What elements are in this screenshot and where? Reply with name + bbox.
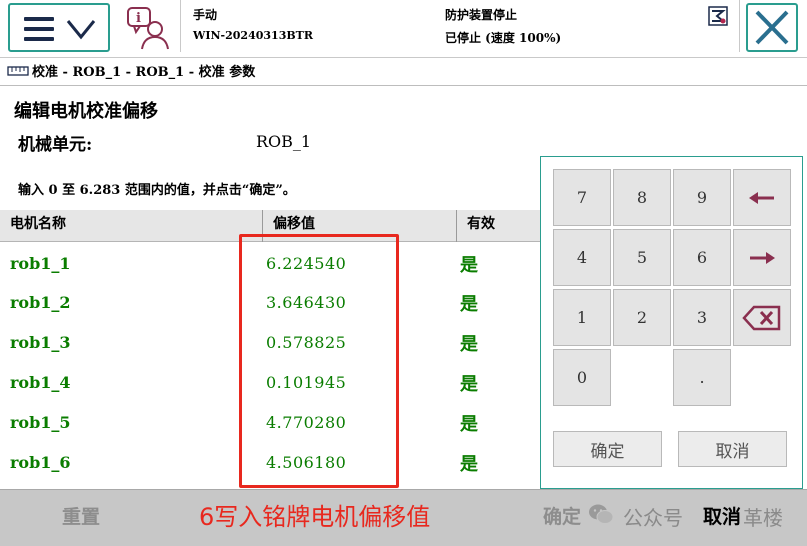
close-icon	[755, 10, 789, 45]
guard-status: 防护装置停止	[445, 8, 518, 22]
task-status-icon	[708, 6, 728, 26]
hamburger-icon	[24, 17, 54, 41]
mech-unit-value: ROB_1	[256, 132, 312, 151]
breadcrumb: 校准 - ROB_1 - ROB_1 - 校准 参数	[0, 58, 807, 86]
ok-button[interactable]: 确定	[543, 502, 581, 529]
breadcrumb-text: 校准 - ROB_1 - ROB_1 - 校准 参数	[32, 65, 256, 80]
arrow-left-icon	[749, 191, 774, 204]
annotation-text: 6写入铭牌电机偏移值	[199, 503, 431, 531]
key-3[interactable]: 3	[673, 289, 731, 346]
watermark-text: 公众号	[623, 506, 683, 530]
column-motor-name[interactable]: 电机名称	[0, 210, 262, 242]
close-button[interactable]	[746, 3, 798, 52]
keypad-ok-button[interactable]: 确定	[553, 431, 662, 467]
key-4[interactable]: 4	[553, 229, 611, 286]
event-log-icon[interactable]: i	[124, 5, 172, 53]
backspace-button[interactable]	[733, 289, 791, 346]
motor-name: rob1_2	[10, 293, 71, 312]
backspace-icon	[742, 305, 781, 330]
page-title: 编辑电机校准偏移	[14, 101, 158, 122]
valid-flag: 是	[460, 255, 478, 276]
column-valid[interactable]: 有效	[456, 210, 540, 242]
key-0[interactable]: 0	[553, 349, 611, 406]
main-menu-button[interactable]	[8, 3, 110, 52]
status-panel[interactable]: 手动 WIN-20240313BTR 防护装置停止 已停止 (速度 100%)	[180, 0, 740, 52]
valid-flag: 是	[460, 294, 478, 315]
motor-name: rob1_3	[10, 333, 71, 352]
reset-button[interactable]: 重置	[62, 502, 100, 529]
run-state: 已停止 (速度 100%)	[445, 31, 562, 45]
key-1[interactable]: 1	[553, 289, 611, 346]
valid-flag: 是	[460, 374, 478, 395]
key-2[interactable]: 2	[613, 289, 671, 346]
valid-flag: 是	[460, 334, 478, 355]
cursor-right-button[interactable]	[733, 229, 791, 286]
watermark-suffix: 革楼	[743, 506, 783, 530]
numeric-keypad: 7 8 9 4 5 6 1 2 3 0 . 确定 取消	[540, 156, 803, 489]
key-decimal[interactable]: .	[673, 349, 731, 406]
operating-mode: 手动	[193, 8, 218, 22]
valid-flag: 是	[460, 414, 478, 435]
top-bar: i 手动 WIN-20240313BTR 防护装置停止 已停止 (速度 100%…	[0, 0, 807, 58]
valid-flag: 是	[460, 454, 478, 475]
motor-name: rob1_1	[10, 254, 71, 273]
key-5[interactable]: 5	[613, 229, 671, 286]
calibration-icon	[7, 66, 29, 76]
arrow-right-icon	[750, 251, 775, 264]
cursor-left-button[interactable]	[733, 169, 791, 226]
key-8[interactable]: 8	[613, 169, 671, 226]
annotation-highlight-box	[239, 234, 399, 488]
motor-name: rob1_5	[10, 413, 71, 432]
motor-name: rob1_4	[10, 373, 71, 392]
controller-name: WIN-20240313BTR	[193, 29, 313, 42]
svg-text:i: i	[136, 11, 141, 26]
mech-unit-label: 机械单元:	[18, 135, 93, 155]
keypad-cancel-button[interactable]: 取消	[678, 431, 787, 467]
chevron-down-icon	[66, 20, 96, 40]
key-9[interactable]: 9	[673, 169, 731, 226]
key-7[interactable]: 7	[553, 169, 611, 226]
motor-name: rob1_6	[10, 453, 71, 472]
wechat-icon	[589, 504, 614, 524]
instruction-text: 输入 0 至 6.283 范围内的值，并点击“确定”。	[18, 183, 296, 198]
key-6[interactable]: 6	[673, 229, 731, 286]
cancel-button[interactable]: 取消	[703, 502, 741, 529]
